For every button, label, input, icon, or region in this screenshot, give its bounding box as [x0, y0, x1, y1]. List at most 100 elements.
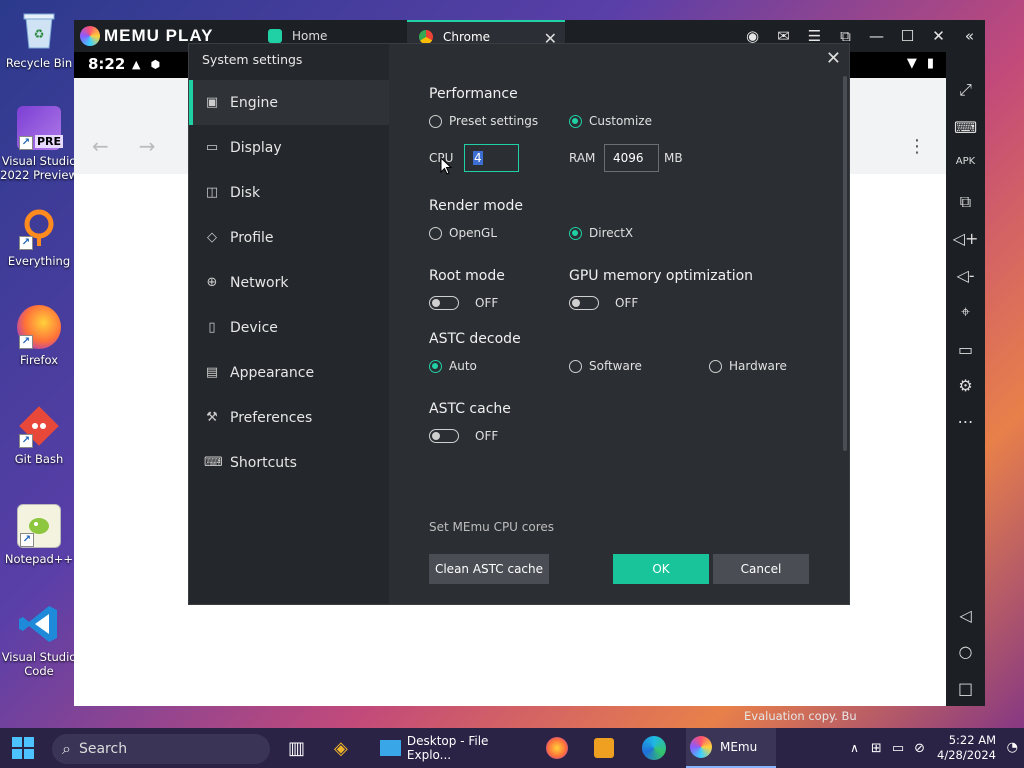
minimize-icon[interactable]: —: [861, 27, 892, 45]
nav-profile[interactable]: ◇ Profile: [189, 215, 389, 260]
apk-icon[interactable]: APK: [946, 156, 985, 167]
android-home-icon[interactable]: ○: [946, 642, 985, 661]
gpu-memory-title: GPU memory optimization: [569, 268, 754, 284]
folder-icon: [380, 740, 401, 756]
ram-input[interactable]: 4096: [604, 144, 659, 172]
wifi-off-icon[interactable]: ⊘: [914, 741, 925, 756]
desktop-icon-firefox[interactable]: ↗ Firefox: [0, 305, 78, 367]
gpu-memory-toggle[interactable]: OFF: [569, 296, 638, 310]
status-right-icons: ▼ ▮: [907, 56, 934, 71]
nav-appearance[interactable]: ▤ Appearance: [189, 350, 389, 395]
notification-bell-icon[interactable]: ◔: [1007, 740, 1018, 755]
nav-disk[interactable]: ◫ Disk: [189, 170, 389, 215]
cancel-button[interactable]: Cancel: [713, 554, 809, 584]
nav-preferences[interactable]: ⚒ Preferences: [189, 395, 389, 440]
radio-label: DirectX: [589, 226, 634, 240]
directx-radio[interactable]: DirectX: [569, 226, 633, 240]
cpu-input[interactable]: 4: [464, 144, 519, 172]
astc-hardware-radio[interactable]: Hardware: [709, 359, 787, 373]
preset-settings-radio[interactable]: Preset settings: [429, 114, 538, 128]
astc-cache-toggle[interactable]: OFF: [429, 429, 498, 443]
nav-label: Preferences: [230, 409, 313, 426]
performance-title: Performance: [429, 86, 518, 102]
desktop-icon-recycle-bin[interactable]: ♻ Recycle Bin: [0, 8, 78, 70]
clean-astc-cache-button[interactable]: Clean ASTC cache: [429, 554, 549, 584]
desktop-icon-everything[interactable]: ↗ Everything: [0, 206, 78, 268]
location-icon[interactable]: ⌖: [946, 302, 985, 322]
fullscreen-icon[interactable]: ⤢: [946, 80, 985, 100]
cpu-value: 4: [473, 151, 483, 165]
forward-arrow-icon[interactable]: →: [139, 134, 156, 158]
taskbar-media[interactable]: [594, 728, 614, 768]
maximize-icon[interactable]: ☐: [892, 27, 923, 45]
nav-shortcuts[interactable]: ⌨ Shortcuts: [189, 440, 389, 485]
folder-icon[interactable]: ▭: [946, 340, 985, 359]
astc-auto-radio[interactable]: Auto: [429, 359, 477, 373]
radio-label: OpenGL: [449, 226, 498, 240]
ok-button[interactable]: OK: [613, 554, 709, 584]
volume-up-icon[interactable]: ◁+: [946, 229, 985, 248]
shortcut-arrow-icon: ↗: [19, 335, 33, 349]
task-view-icon[interactable]: ▥: [288, 728, 305, 768]
battery-icon: ▮: [926, 56, 934, 71]
mouse-cursor-icon: [440, 157, 452, 175]
back-arrow-icon[interactable]: ←: [92, 134, 109, 158]
collapse-sidebar-icon[interactable]: «: [954, 27, 985, 45]
monitor-icon[interactable]: ▭: [892, 741, 904, 756]
widgets-icon[interactable]: ◈: [334, 728, 348, 768]
taskbar-firefox[interactable]: [546, 728, 568, 768]
radio-label: Preset settings: [449, 114, 539, 128]
nav-label: Device: [230, 319, 278, 336]
hint-text: Set MEmu CPU cores: [429, 520, 555, 534]
android-back-icon[interactable]: ◁: [946, 606, 985, 625]
button-label: Cancel: [740, 562, 782, 576]
android-recents-icon[interactable]: □: [946, 679, 985, 698]
root-mode-toggle[interactable]: OFF: [429, 296, 498, 310]
tag-icon: ◇: [207, 230, 217, 245]
desktop-icon-vscode[interactable]: Visual Studio Code: [0, 602, 78, 678]
radio-dot: [709, 359, 722, 373]
customize-radio[interactable]: Customize: [569, 114, 652, 128]
chevron-up-icon[interactable]: ∧: [850, 741, 859, 755]
radio-label: Software: [589, 359, 642, 373]
taskbar-memu[interactable]: MEmu: [686, 728, 776, 768]
desktop-icon-notepadpp[interactable]: ↗ Notepad++: [0, 504, 78, 566]
nav-display[interactable]: ▭ Display: [189, 125, 389, 170]
chrome-menu-icon[interactable]: ⋮: [908, 136, 926, 157]
clock[interactable]: 5:22 AM 4/28/2024: [937, 733, 996, 763]
settings-gear-icon[interactable]: ⚙: [946, 376, 985, 395]
radio-dot: [569, 114, 582, 128]
start-button[interactable]: [12, 728, 34, 768]
close-icon[interactable]: ✕: [923, 27, 954, 45]
taskbar-edge[interactable]: [642, 728, 666, 768]
taskbar-search[interactable]: ⌕ Search: [52, 734, 270, 764]
chrome-nav: ← →: [92, 134, 156, 158]
opengl-radio[interactable]: OpenGL: [429, 226, 497, 240]
astc-software-radio[interactable]: Software: [569, 359, 642, 373]
nav-label: Shortcuts: [230, 454, 297, 471]
volume-down-icon[interactable]: ◁-: [946, 266, 985, 285]
keyboard-icon[interactable]: ⌨: [946, 118, 985, 137]
desktop-icon-label: Everything: [7, 254, 71, 268]
radio-dot: [569, 226, 582, 240]
multi-window-icon[interactable]: ⧉: [946, 192, 985, 212]
shortcut-arrow-icon: ↗: [19, 236, 33, 250]
desktop-icon-git-bash[interactable]: ↗ Git Bash: [0, 404, 78, 466]
nav-label: Appearance: [230, 364, 315, 381]
nav-label: Display: [230, 139, 282, 156]
search-icon: ⌕: [62, 739, 71, 758]
desktop-icon-visual-studio-preview[interactable]: PRE ↗ Visual Studio 2022 Preview: [0, 106, 78, 182]
more-icon[interactable]: ⋯: [946, 412, 985, 431]
taskbar-file-explorer[interactable]: Desktop - File Explo...: [380, 728, 530, 768]
clock-date: 4/28/2024: [937, 748, 996, 762]
astc-decode-title: ASTC decode: [429, 331, 521, 347]
nav-engine[interactable]: ▣ Engine: [189, 80, 389, 125]
nav-device[interactable]: ▯ Device: [189, 305, 389, 350]
network-icon[interactable]: ⊞: [871, 741, 882, 756]
engine-settings: Performance Preset settings Customize CP…: [429, 44, 849, 604]
toggle-track: [429, 296, 459, 310]
nav-network[interactable]: ⊕ Network: [189, 260, 389, 305]
firefox-icon: [546, 737, 568, 759]
shield-icon: ⬢: [150, 58, 161, 71]
settings-nav: System settings ▣ Engine ▭ Display ◫ Disk ◇…: [189, 44, 389, 604]
